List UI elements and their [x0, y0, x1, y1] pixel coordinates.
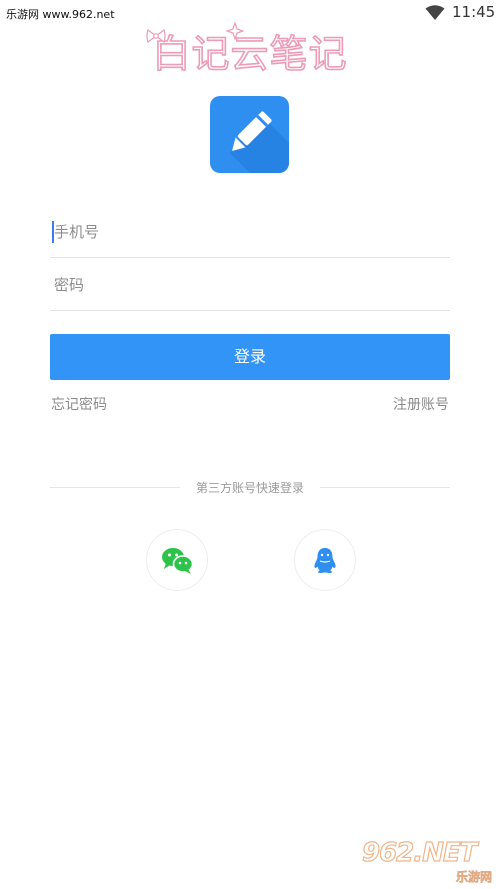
login-screen: 乐游网 www.962.net 11:45 白记云笔记 登录 — [0, 0, 500, 889]
wechat-icon — [162, 548, 194, 574]
register-link[interactable]: 注册账号 — [393, 394, 449, 414]
app-logo — [210, 96, 289, 173]
watermark: 962.NET 乐游网 — [361, 837, 496, 886]
brand-title: 白记云笔记 — [152, 31, 348, 77]
password-input[interactable] — [54, 270, 434, 300]
status-time: 11:45 — [452, 3, 496, 21]
wechat-login-button[interactable] — [146, 529, 208, 591]
qq-icon — [314, 548, 336, 574]
text-cursor — [52, 221, 54, 243]
pencil-icon — [230, 111, 289, 173]
third-party-label: 第三方账号快速登录 — [195, 481, 304, 495]
phone-input[interactable] — [54, 217, 434, 247]
status-site-label: 乐游网 www.962.net — [6, 8, 115, 21]
wifi-icon — [425, 5, 445, 20]
phone-field — [50, 207, 450, 258]
status-bar: 乐游网 www.962.net 11:45 — [0, 0, 500, 26]
qq-login-button[interactable] — [294, 529, 356, 591]
login-button[interactable]: 登录 — [50, 334, 450, 380]
watermark-logo: 962.NET — [361, 837, 478, 868]
password-field — [50, 260, 450, 311]
divider-left — [50, 487, 180, 488]
forgot-password-link[interactable]: 忘记密码 — [51, 394, 107, 414]
divider-right — [320, 487, 450, 488]
watermark-sub: 乐游网 — [455, 870, 493, 885]
